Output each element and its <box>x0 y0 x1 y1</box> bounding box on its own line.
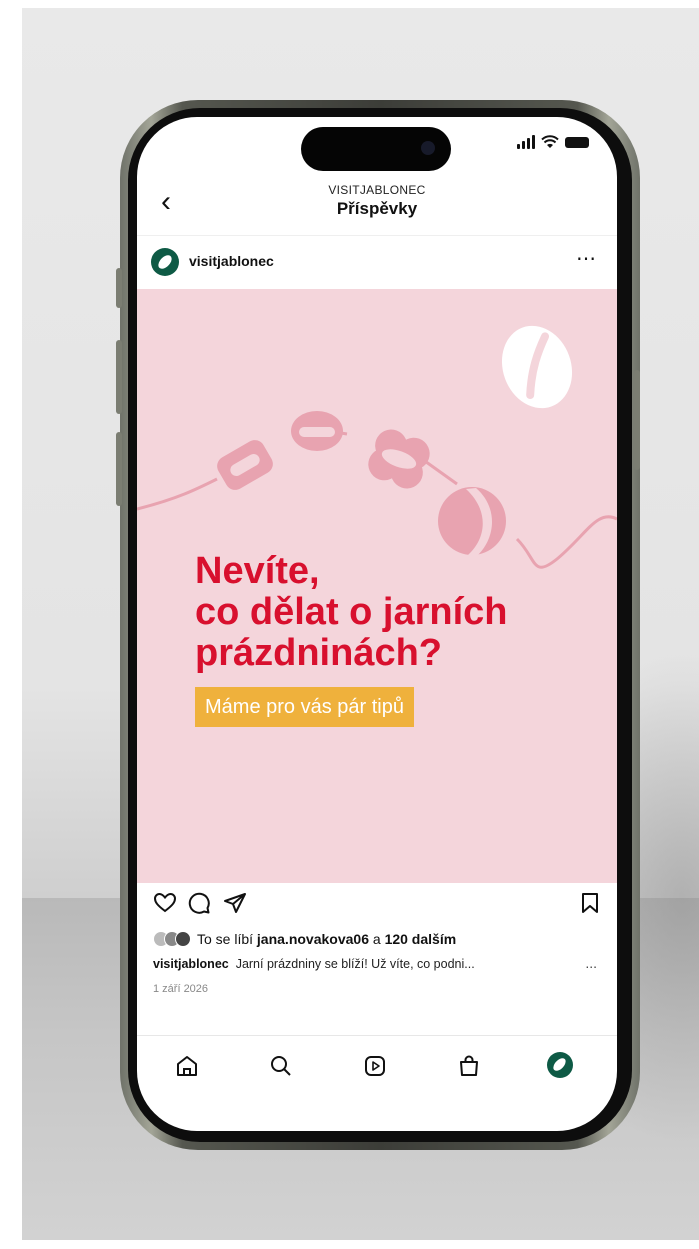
dynamic-island <box>301 127 451 171</box>
status-bar <box>517 135 589 149</box>
bookmark-icon[interactable] <box>579 891 601 915</box>
liker-username[interactable]: jana.novakova06 <box>257 931 369 947</box>
leaf-logo-icon <box>551 1055 568 1074</box>
search-icon[interactable] <box>269 1054 293 1078</box>
share-icon[interactable] <box>223 891 247 915</box>
post-image[interactable]: Nevíte, co dělat o jarních prázdninách? … <box>137 289 617 883</box>
caption-more[interactable]: ... <box>585 955 597 971</box>
caption-text: Jarní prázdniny se blíží! Už víte, co po… <box>235 957 475 971</box>
caption-username[interactable]: visitjablonec <box>153 957 229 971</box>
heart-icon[interactable] <box>153 891 177 915</box>
post-date: 1 září 2026 <box>153 983 209 995</box>
post-headline: Nevíte, co dělat o jarních prázdninách? <box>195 551 595 674</box>
headline-line: prázdninách? <box>195 632 443 674</box>
shop-icon[interactable] <box>457 1054 481 1078</box>
post-tagline: Máme pro vás pár tipů <box>195 687 414 727</box>
headline-line: co dělat o jarních <box>195 591 508 633</box>
more-icon[interactable]: ⋯ <box>576 246 597 271</box>
power-button <box>634 370 640 470</box>
headline-line: Nevíte, <box>195 550 320 592</box>
likes-connector: a <box>372 931 381 947</box>
liker-avatar <box>175 931 191 947</box>
post-caption: visitjablonec Jarní prázdniny se blíží! … <box>153 957 573 971</box>
page-title: Příspěvky <box>336 199 418 218</box>
likes-others[interactable]: 120 dalším <box>385 931 457 947</box>
reels-icon[interactable] <box>363 1054 387 1078</box>
volume-up-button <box>116 340 122 414</box>
account-name: VISITJABLONEC <box>328 183 426 197</box>
post-header: visitjablonec ⋯ <box>137 235 617 288</box>
likes-prefix: To se líbí <box>197 931 254 947</box>
likes-summary[interactable]: To se líbí jana.novakova06 a 120 dalším <box>153 931 456 947</box>
wifi-icon <box>541 135 559 148</box>
home-icon[interactable] <box>175 1054 199 1078</box>
front-camera <box>421 141 435 155</box>
bottom-nav <box>137 1035 617 1096</box>
profile-avatar[interactable] <box>547 1052 573 1078</box>
volume-down-button <box>116 432 122 506</box>
phone-screen: ‹ VISITJABLONEC Příspěvky visitjablonec … <box>137 117 617 1131</box>
leaf-logo-icon <box>156 252 174 272</box>
comment-icon[interactable] <box>187 891 211 915</box>
top-bar: ‹ VISITJABLONEC Příspěvky <box>137 177 617 229</box>
battery-icon <box>565 136 589 148</box>
signal-icon <box>517 135 535 149</box>
action-button <box>116 268 122 308</box>
post-actions <box>137 887 617 923</box>
avatar[interactable] <box>151 248 179 276</box>
post-username[interactable]: visitjablonec <box>189 253 274 269</box>
